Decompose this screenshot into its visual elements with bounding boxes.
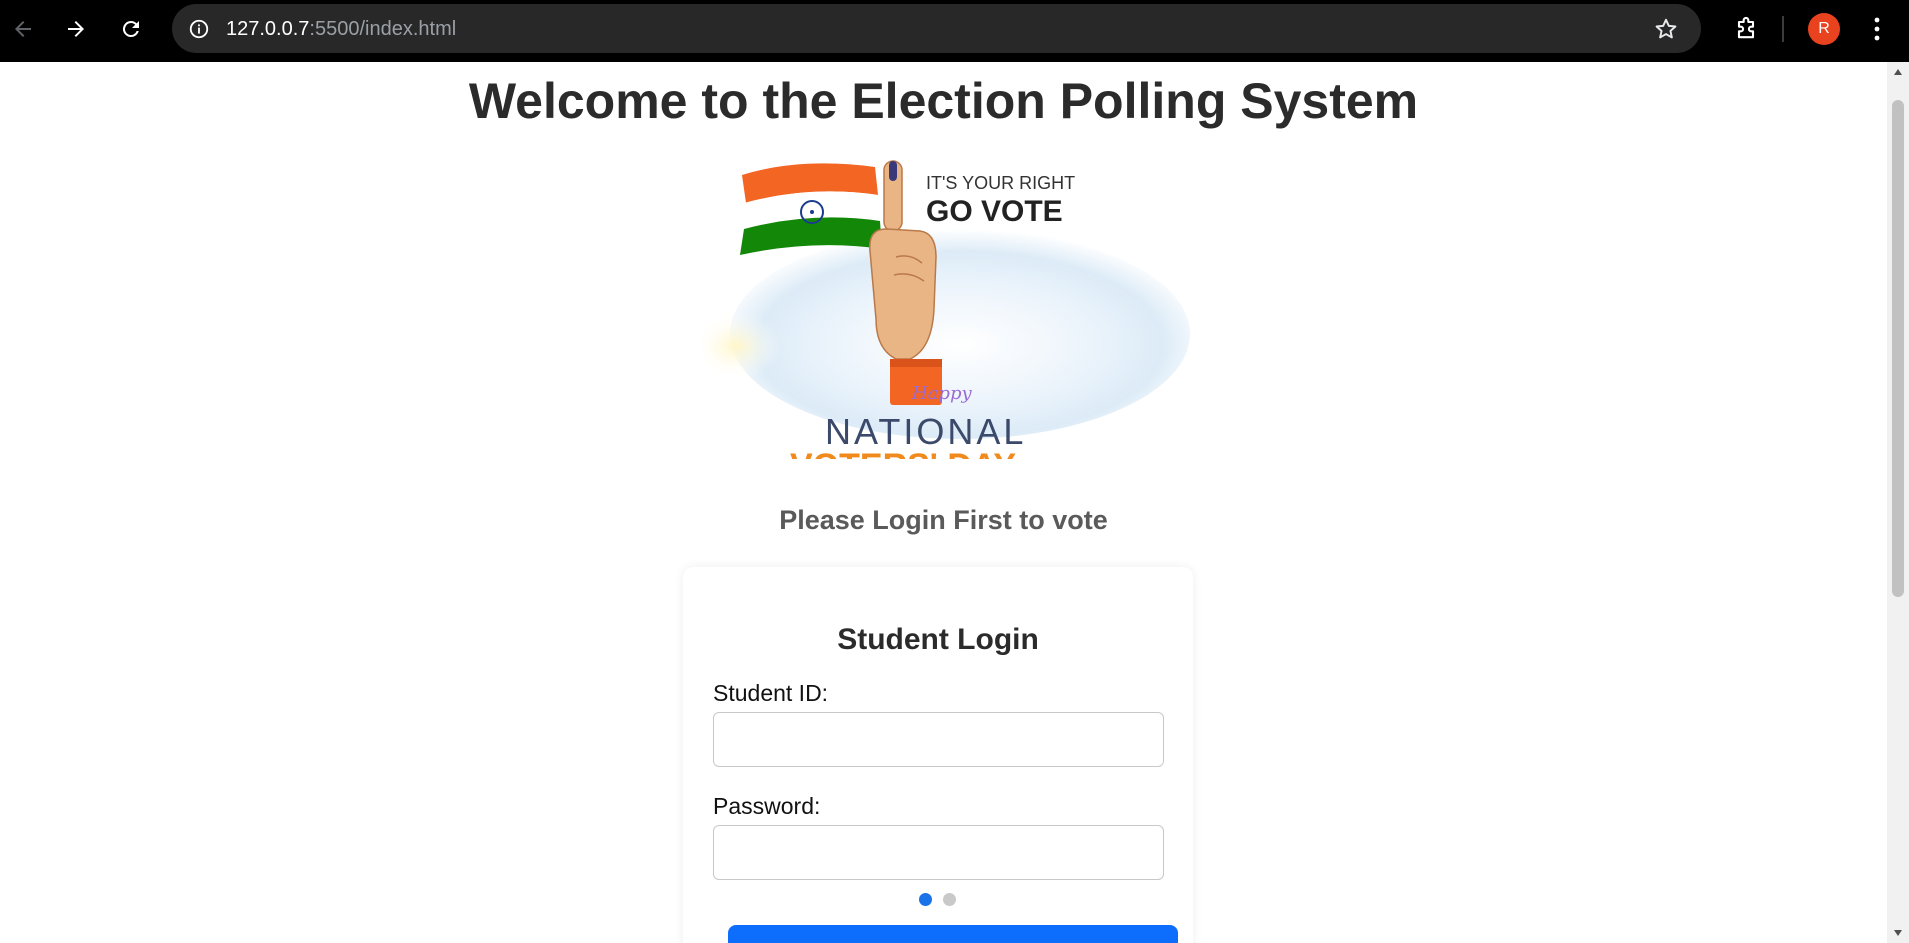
info-icon	[189, 19, 209, 39]
scroll-up-arrow-icon[interactable]	[1887, 62, 1909, 82]
hero-banner-text-2: VOTERS' DAY	[790, 447, 1016, 459]
password-label: Password:	[713, 793, 821, 819]
back-button[interactable]	[4, 10, 42, 48]
url-host: 127.0.0.7	[226, 18, 310, 40]
browser-menu-button[interactable]	[1862, 10, 1892, 48]
hero-tagline-big: GO VOTE	[926, 195, 1063, 228]
carousel-dot-2[interactable]	[943, 893, 956, 906]
reload-icon	[122, 20, 139, 37]
go-vote-illustration: IT'S YOUR RIGHT GO VOTE Happy NATIONAL V…	[700, 160, 1190, 459]
hero-tagline-small: IT'S YOUR RIGHT	[926, 173, 1075, 193]
forward-button[interactable]	[57, 10, 95, 48]
scrollbar-thumb[interactable]	[1892, 100, 1904, 597]
page-content: Welcome to the Election Polling System I…	[0, 62, 1887, 943]
login-card: Student Login Student ID: Password: Logi…	[683, 567, 1193, 943]
flag-graphic	[740, 163, 882, 255]
password-input[interactable]	[713, 825, 1164, 880]
site-info-button[interactable]	[182, 12, 216, 46]
carousel-dot-1[interactable]	[919, 893, 932, 906]
kebab-menu-icon	[1874, 17, 1880, 41]
arrow-right-icon	[68, 21, 84, 37]
address-bar[interactable]: 127.0.0.7:5500/index.html	[172, 4, 1701, 53]
hero-image: IT'S YOUR RIGHT GO VOTE Happy NATIONAL V…	[700, 159, 1190, 459]
login-button[interactable]: Login	[728, 925, 1178, 943]
student-id-label: Student ID:	[713, 680, 829, 706]
star-icon	[1655, 18, 1677, 39]
puzzle-icon	[1737, 16, 1755, 39]
arrow-left-icon	[15, 21, 31, 37]
page-title: Welcome to the Election Polling System	[468, 73, 1419, 129]
url-text[interactable]: 127.0.0.7:5500/index.html	[226, 17, 456, 41]
login-prompt: Please Login First to vote	[779, 505, 1108, 535]
login-card-title: Student Login	[837, 623, 1039, 656]
url-path: :5500/index.html	[309, 18, 457, 40]
extensions-button[interactable]	[1727, 10, 1765, 48]
hero-banner-text: NATIONAL	[825, 411, 1026, 452]
toolbar-divider	[1782, 16, 1784, 42]
reload-button[interactable]	[112, 10, 150, 48]
scroll-down-arrow-icon[interactable]	[1887, 923, 1909, 943]
vertical-scrollbar[interactable]	[1887, 62, 1909, 943]
profile-avatar[interactable]: R	[1808, 13, 1840, 45]
browser-toolbar: 127.0.0.7:5500/index.html R	[0, 0, 1909, 62]
page-viewport: Welcome to the Election Polling System I…	[0, 62, 1909, 943]
carousel-dots	[919, 893, 956, 907]
student-id-input[interactable]	[713, 712, 1164, 767]
hero-script-text: Happy	[911, 383, 972, 404]
bookmark-button[interactable]	[1651, 14, 1681, 44]
